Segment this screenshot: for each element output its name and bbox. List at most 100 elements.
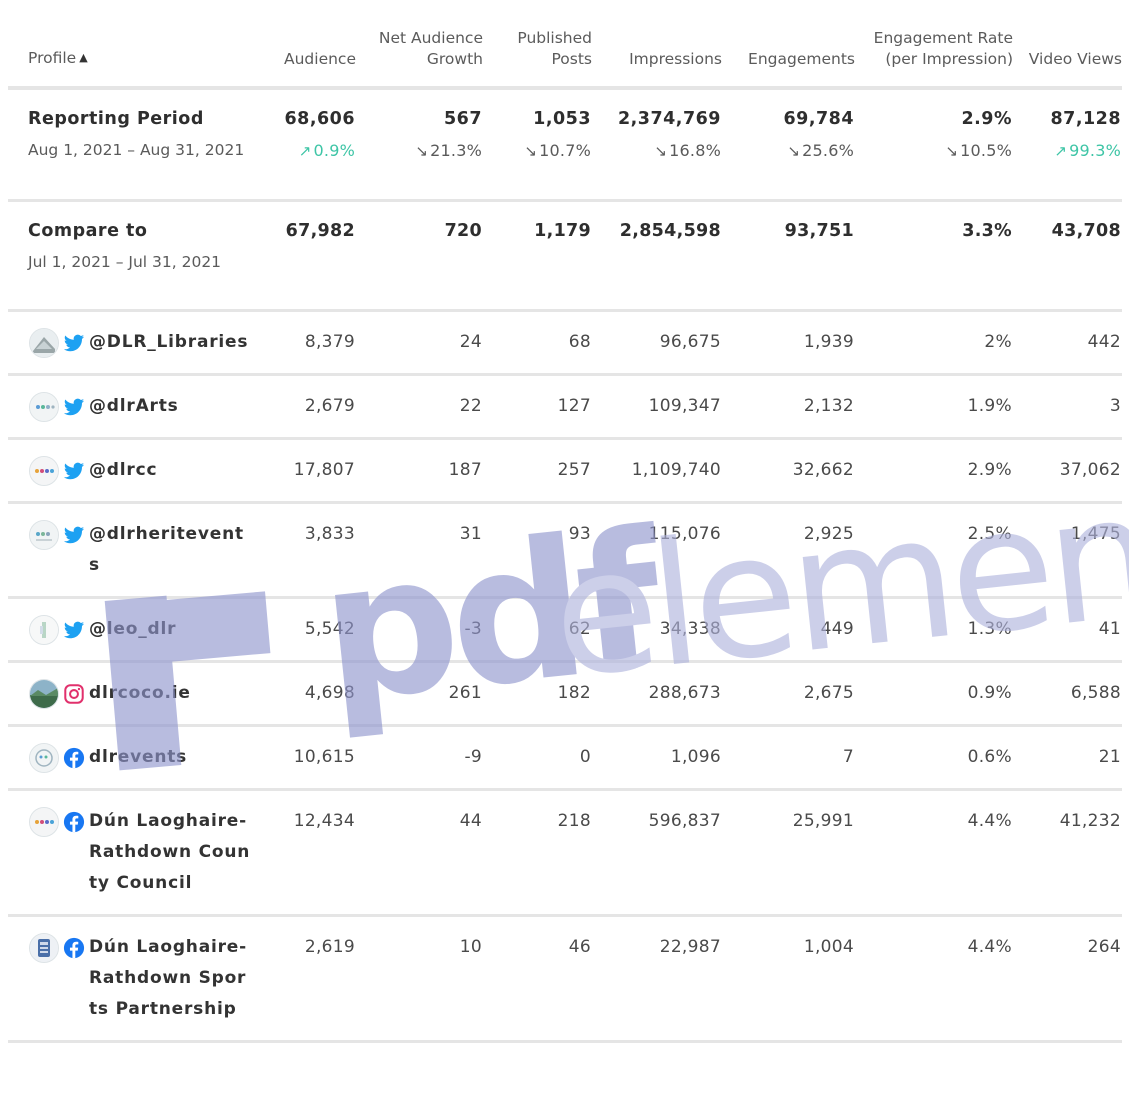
trend-up-icon: ↗ [1054,142,1068,160]
col-header-audience[interactable]: Audience [263,0,356,90]
trend-down-icon: ↘ [787,142,801,160]
twitter-icon [63,332,85,354]
profile-audience: 2,679 [263,374,356,440]
profile-published-posts: 127 [483,374,592,440]
rp-delta-value: 25.6% [802,141,854,160]
profile-cell[interactable]: @dlrcc [8,438,263,504]
profile-cell[interactable]: @leo_dlr [8,597,263,663]
profile-video-views: 442 [1013,310,1122,376]
profile-avatar [29,456,59,486]
profile-audience: 17,807 [263,438,356,504]
col-header-engagements[interactable]: Engagements [722,0,855,90]
profile-cell[interactable]: Dún Laoghaire-Rathdown County Council [8,789,263,917]
rp-delta-value: 10.7% [539,141,591,160]
instagram-icon [63,683,85,705]
profile-name[interactable]: dlrevents [89,742,254,773]
profile-cell[interactable]: @dlrArts [8,374,263,440]
rp-delta-value: 10.5% [960,141,1012,160]
profile-audience: 12,434 [263,789,356,917]
twitter-icon [63,619,85,641]
rp-delta-value: 0.9% [313,141,355,160]
profile-impressions: 109,347 [592,374,722,440]
trend-down-icon: ↘ [524,142,538,160]
profile-audience: 2,619 [263,915,356,1043]
profile-impressions: 115,076 [592,502,722,599]
profile-published-posts: 218 [483,789,592,917]
profile-net-audience-growth: 187 [356,438,483,504]
rp-net-audience-growth: 567 ↘ 21.3% [356,88,483,202]
rp-value: 2.9% [961,109,1012,129]
profile-name[interactable]: Dún Laoghaire-Rathdown County Council [89,806,254,899]
profile-avatar [29,807,59,837]
rp-delta: ↗ 0.9% [264,135,355,167]
profile-cell[interactable]: Dún Laoghaire-Rathdown Sports Partnershi… [8,915,263,1043]
rp-value: 68,606 [284,109,355,129]
facebook-icon [63,937,85,959]
profile-audience: 4,698 [263,661,356,727]
profile-engagement-rate: 4.4% [855,915,1013,1043]
profile-engagements: 7 [722,725,855,791]
col-header-published-posts[interactable]: Published Posts [483,0,592,90]
profile-net-audience-growth: -9 [356,725,483,791]
profile-cell[interactable]: @DLR_Libraries [8,310,263,376]
profile-engagements: 1,004 [722,915,855,1043]
table-row: @dlrheritevents 3,833 31 93 115,076 2,925 2.5%… [8,502,1122,599]
profile-published-posts: 182 [483,661,592,727]
col-header-impressions[interactable]: Impressions [592,0,722,90]
rp-delta: ↘ 16.8% [593,135,721,167]
profile-name[interactable]: Dún Laoghaire-Rathdown Sports Partnershi… [89,932,254,1025]
col-header-profile[interactable]: Profile ▲ [8,0,263,90]
rp-engagements: 69,784 ↘ 25.6% [722,88,855,202]
profile-video-views: 6,588 [1013,661,1122,727]
table-row: @DLR_Libraries 8,379 24 68 96,675 1,939 2% 442 [8,310,1122,376]
profile-name[interactable]: @dlrArts [89,391,254,422]
col-header-video-views[interactable]: Video Views [1013,0,1122,90]
rp-delta: ↘ 25.6% [723,135,854,167]
profile-cell[interactable]: dlrcoco.ie [8,661,263,727]
twitter-icon [63,524,85,546]
profile-impressions: 96,675 [592,310,722,376]
profile-avatar [29,679,59,709]
col-header-net-audience-growth[interactable]: Net Audience Growth [356,0,483,90]
profile-name[interactable]: @dlrheritevents [89,519,254,581]
profile-cell[interactable]: @dlrheritevents [8,502,263,599]
profile-published-posts: 62 [483,597,592,663]
profile-net-audience-growth: 44 [356,789,483,917]
profile-name[interactable]: @leo_dlr [89,614,254,645]
profile-net-audience-growth: 24 [356,310,483,376]
profile-cell[interactable]: dlrevents [8,725,263,791]
cmp-video-views: 43,708 [1013,200,1122,312]
compare-to-label: Compare to [28,221,148,241]
profile-engagements: 449 [722,597,855,663]
col-header-engagement-rate[interactable]: Engagement Rate (per Impression) [855,0,1013,90]
profile-name[interactable]: dlrcoco.ie [89,678,254,709]
table-row: Dún Laoghaire-Rathdown Sports Partnershi… [8,915,1122,1043]
profile-performance-report: Profile ▲ Audience Net Audience Growth Pu… [8,0,1122,1043]
profile-video-views: 3 [1013,374,1122,440]
profile-net-audience-growth: 10 [356,915,483,1043]
table-row: Dún Laoghaire-Rathdown County Council 12,… [8,789,1122,917]
profile-name[interactable]: @dlrcc [89,455,254,486]
profile-table: Profile ▲ Audience Net Audience Growth Pu… [8,0,1122,1043]
profile-audience: 10,615 [263,725,356,791]
profile-name[interactable]: @DLR_Libraries [89,327,254,358]
compare-to-cell: Compare to Jul 1, 2021 – Jul 31, 2021 [8,200,263,312]
cmp-impressions: 2,854,598 [592,200,722,312]
sort-ascending-icon[interactable]: ▲ [79,51,87,64]
profile-net-audience-growth: 261 [356,661,483,727]
reporting-period-range: Aug 1, 2021 – Aug 31, 2021 [28,141,245,159]
profile-engagements: 2,132 [722,374,855,440]
cmp-engagement-rate: 3.3% [855,200,1013,312]
profile-avatar [29,328,59,358]
profile-video-views: 1,475 [1013,502,1122,599]
rp-delta: ↘ 10.5% [856,135,1012,167]
header-row: Profile ▲ Audience Net Audience Growth Pu… [8,0,1122,90]
facebook-icon [63,811,85,833]
profile-engagement-rate: 1.3% [855,597,1013,663]
profile-impressions: 34,338 [592,597,722,663]
profile-engagement-rate: 1.9% [855,374,1013,440]
table-row: @leo_dlr 5,542 -3 62 34,338 449 1.3% 41 [8,597,1122,663]
rp-delta: ↗ 99.3% [1014,135,1121,167]
rp-published-posts: 1,053 ↘ 10.7% [483,88,592,202]
profile-video-views: 41 [1013,597,1122,663]
